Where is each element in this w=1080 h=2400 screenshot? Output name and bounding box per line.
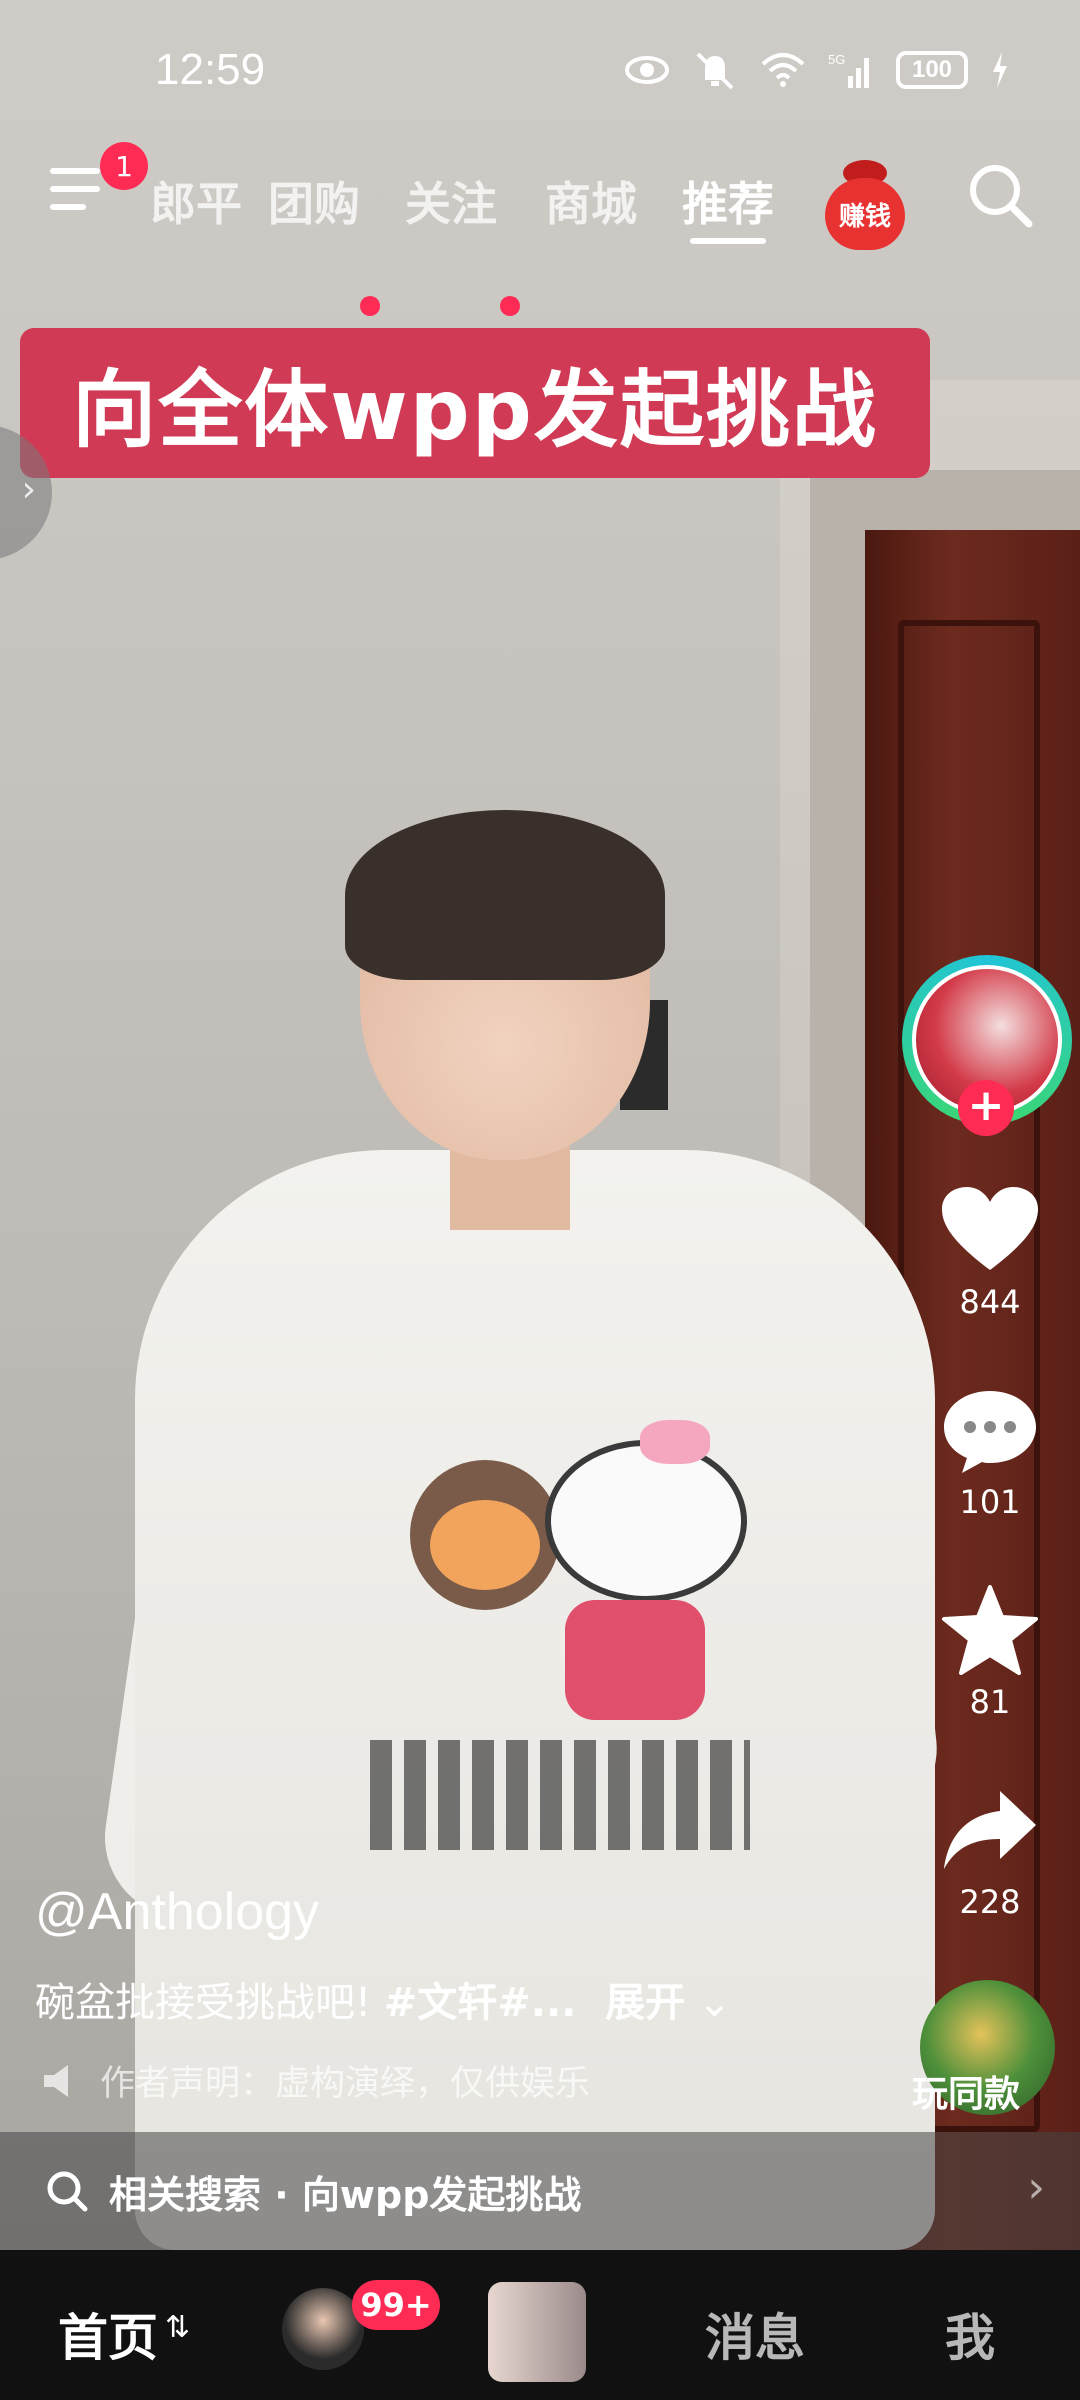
- video-caption[interactable]: 碗盆批接受挑战吧! #文轩#... 展开 ⌄: [35, 1970, 731, 2028]
- shirt-print-kitty-head: [545, 1440, 747, 1602]
- share-arrow-icon: [944, 1791, 1036, 1869]
- tab-recommend[interactable]: 推荐: [682, 168, 774, 234]
- expand-caption-button[interactable]: 展开: [605, 1980, 685, 2026]
- like-count: 844: [959, 1283, 1021, 1321]
- tab-following-dot: [500, 296, 520, 316]
- comment-count: 101: [959, 1483, 1021, 1521]
- same-style-label[interactable]: 玩同款: [912, 2065, 1020, 2117]
- battery-indicator: 100: [896, 51, 968, 89]
- caption-text: 碗盆批接受挑战吧!: [35, 1980, 384, 2026]
- nav-messages[interactable]: 消息: [705, 2298, 805, 2370]
- status-bar: 12:59 5G 100: [0, 0, 1080, 140]
- chevron-down-icon: ⌄: [685, 1980, 732, 2026]
- svg-text:5G: 5G: [828, 52, 845, 67]
- favorite-count: 81: [969, 1683, 1011, 1721]
- top-navigation: 1 郎平 团购 关注 商城 推荐 赚钱: [0, 142, 1080, 316]
- mute-bell-icon: [696, 52, 734, 90]
- earn-label: 赚钱: [825, 178, 905, 250]
- tab-following[interactable]: 关注: [405, 168, 497, 234]
- video-banner-title: 向全体wpp发起挑战: [20, 328, 930, 478]
- swap-icon[interactable]: ⇅: [165, 2310, 190, 2345]
- related-search-bar[interactable]: 相关搜索 · 向wpp发起挑战 ›: [0, 2132, 1080, 2250]
- shirt-print-text: [370, 1740, 750, 1850]
- shirt-print-monkey-face: [430, 1500, 540, 1590]
- tab-group-buy[interactable]: 团购: [268, 168, 360, 234]
- like-button[interactable]: 844: [930, 1185, 1050, 1321]
- related-search-label: 相关搜索 · 向wpp发起挑战: [109, 2172, 582, 2217]
- tab-local[interactable]: 郎平: [150, 168, 242, 234]
- tab-group-buy-dot: [360, 296, 380, 316]
- star-icon: [942, 1585, 1038, 1675]
- author-name[interactable]: @Anthology: [35, 1882, 319, 1942]
- disclaimer-text: 作者声明：虚构演绎，仅供娱乐: [100, 2064, 591, 2104]
- comment-icon: [944, 1391, 1036, 1473]
- shirt-print-kitty-body: [565, 1600, 705, 1720]
- tab-active-indicator: [690, 238, 766, 244]
- favorite-button[interactable]: 81: [930, 1585, 1050, 1721]
- friends-badge: 99+: [352, 2280, 440, 2330]
- share-count: 228: [959, 1883, 1021, 1921]
- chevron-right-icon: ›: [21, 469, 36, 510]
- earn-money-button[interactable]: 赚钱: [825, 160, 905, 250]
- nav-me[interactable]: 我: [945, 2298, 995, 2370]
- search-icon[interactable]: [965, 160, 1035, 230]
- tab-mall[interactable]: 商城: [545, 168, 637, 234]
- chevron-right-icon: ›: [1027, 2162, 1045, 2213]
- nav-home[interactable]: 首页: [58, 2298, 158, 2370]
- person-hair: [345, 810, 665, 980]
- shirt-print-kitty-bow: [640, 1420, 710, 1464]
- share-button[interactable]: 228: [930, 1785, 1050, 1921]
- search-icon: [47, 2171, 88, 2212]
- status-icons: 5G 100: [624, 50, 1010, 90]
- menu-button[interactable]: [50, 168, 110, 228]
- bottom-navigation: 首页 ⇅ 99+ 消息 我: [0, 2250, 1080, 2400]
- charging-icon: [993, 52, 1007, 88]
- menu-badge: 1: [100, 142, 148, 190]
- author-disclaimer: 作者声明：虚构演绎，仅供娱乐: [40, 2055, 590, 2106]
- speaker-icon: [44, 2064, 68, 2097]
- comment-button[interactable]: 101: [930, 1385, 1050, 1521]
- heart-icon: [942, 1187, 1038, 1270]
- signal-5g-icon: 5G: [828, 52, 869, 88]
- caption-hashtags[interactable]: #文轩#...: [384, 1980, 577, 2026]
- status-time: 12:59: [155, 45, 266, 94]
- nav-post-button[interactable]: [488, 2282, 586, 2382]
- follow-plus-button[interactable]: +: [958, 1080, 1014, 1136]
- eye-icon: [625, 56, 669, 84]
- wifi-icon: [761, 53, 805, 87]
